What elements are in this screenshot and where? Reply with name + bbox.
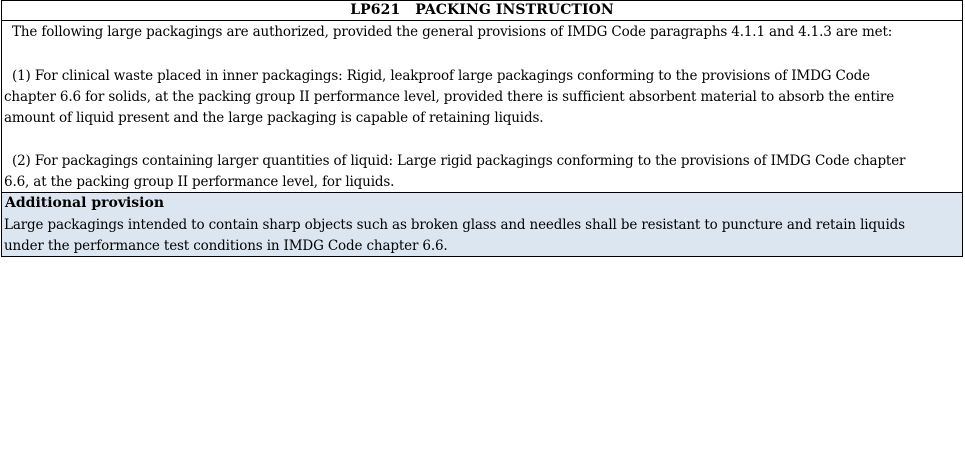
additional-provision-section: Additional provision Large packagings in… <box>1 193 963 257</box>
provision-2-line-2: 6.6, at the packing group II performance… <box>4 174 395 190</box>
instruction-body: The following large packagings are autho… <box>1 20 963 193</box>
intro-text: The following large packagings are autho… <box>12 24 893 40</box>
provision-1-line-2: chapter 6.6 for solids, at the packing g… <box>4 89 895 105</box>
page-title: LP621 PACKING INSTRUCTION <box>1 0 963 21</box>
provision-1-line-3: amount of liquid present and the large p… <box>4 110 544 126</box>
provision-1-line-1: (1) For clinical waste placed in inner p… <box>12 68 871 84</box>
additional-provision-title: Additional provision <box>5 195 164 211</box>
additional-provision-line-1: Large packagings intended to contain sha… <box>4 217 905 233</box>
additional-provision-line-2: under the performance test conditions in… <box>4 238 448 254</box>
provision-2-line-1: (2) For packagings containing larger qua… <box>12 153 906 169</box>
